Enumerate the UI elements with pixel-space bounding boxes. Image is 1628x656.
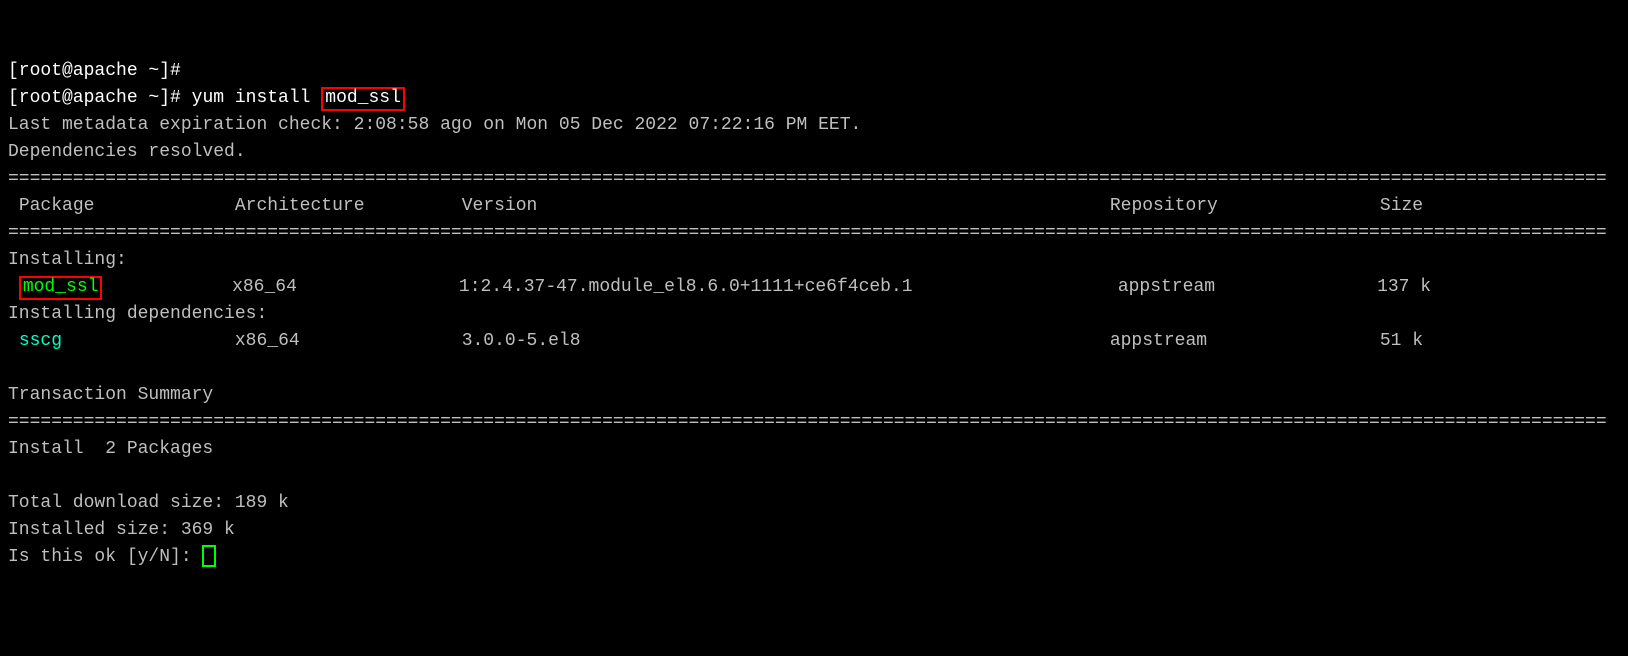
- hr-top: ========================================…: [8, 169, 1607, 189]
- confirm-prompt[interactable]: Is this ok [y/N]:: [8, 547, 202, 567]
- col-version: Version: [462, 196, 538, 216]
- installed-size: Installed size: 369 k: [8, 520, 235, 540]
- installing-label: Installing:: [8, 250, 127, 270]
- pkg-sscg-repo: appstream: [1110, 331, 1207, 351]
- transaction-summary-label: Transaction Summary: [8, 385, 213, 405]
- pkg-mod-ssl-arch: x86_64: [232, 277, 297, 297]
- col-package: Package: [19, 196, 95, 216]
- dependencies-line: Dependencies resolved.: [8, 142, 246, 162]
- col-arch: Architecture: [235, 196, 365, 216]
- pkg-mod-ssl-repo: appstream: [1118, 277, 1215, 297]
- pkg-sscg: sscg: [19, 331, 62, 351]
- download-size: Total download size: 189 k: [8, 493, 289, 513]
- pkg-mod-ssl-size: 137 k: [1377, 277, 1431, 297]
- metadata-line: Last metadata expiration check: 2:08:58 …: [8, 115, 861, 135]
- install-count: Install 2 Packages: [8, 439, 213, 459]
- command-yum-install: yum install: [192, 88, 322, 108]
- col-size: Size: [1380, 196, 1423, 216]
- pkg-mod-ssl-version: 1:2.4.37-47.module_el8.6.0+1111+ce6f4ceb…: [459, 277, 913, 297]
- prompt-empty: [root@apache ~]#: [8, 61, 181, 81]
- pkg-sscg-size: 51 k: [1380, 331, 1423, 351]
- hr-mid: ========================================…: [8, 223, 1607, 243]
- col-repo: Repository: [1110, 196, 1218, 216]
- pkg-sscg-arch: x86_64: [235, 331, 300, 351]
- command-mod-ssl: mod_ssl: [321, 87, 405, 111]
- pkg-mod-ssl: mod_ssl: [19, 276, 103, 300]
- prompt: [root@apache ~]#: [8, 88, 192, 108]
- cursor-icon: [202, 545, 216, 567]
- hr-bottom: ========================================…: [8, 412, 1607, 432]
- installing-deps-label: Installing dependencies:: [8, 304, 267, 324]
- terminal-output: [root@apache ~]# [root@apache ~]# yum in…: [8, 58, 1620, 571]
- pkg-sscg-version: 3.0.0-5.el8: [462, 331, 581, 351]
